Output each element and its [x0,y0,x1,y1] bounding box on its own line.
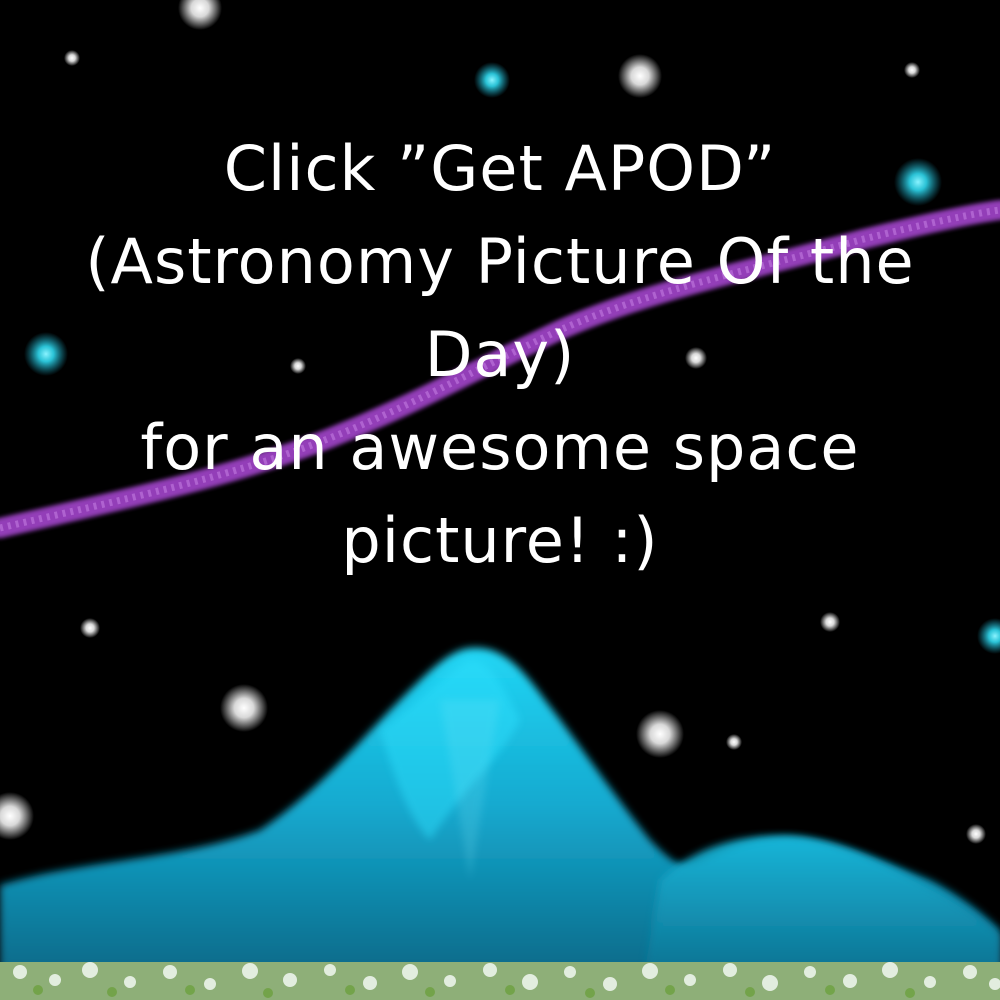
star-icon [0,792,34,840]
star-icon [966,824,986,844]
star-icon [904,62,920,78]
message-line: picture! :) [341,504,659,577]
grass-strip [0,962,1000,1000]
star-icon [220,684,268,732]
message-line: Day) [424,318,576,391]
message-line: for an awesome space [140,411,860,484]
star-icon [820,612,840,632]
star-icon [618,54,662,98]
star-icon [726,734,742,750]
apod-placeholder-scene: Click ”Get APOD” (Astronomy Picture Of t… [0,0,1000,1000]
star-icon [64,50,80,66]
message-line: Click ”Get APOD” [223,132,777,205]
star-icon [977,618,1000,654]
star-icon [80,618,100,638]
star-icon [636,710,684,758]
mountain-icon [0,647,1000,1000]
star-icon [178,0,222,30]
message-line: (Astronomy Picture Of the [85,225,915,298]
star-icon [474,62,510,98]
instruction-message: Click ”Get APOD” (Astronomy Picture Of t… [0,122,1000,587]
